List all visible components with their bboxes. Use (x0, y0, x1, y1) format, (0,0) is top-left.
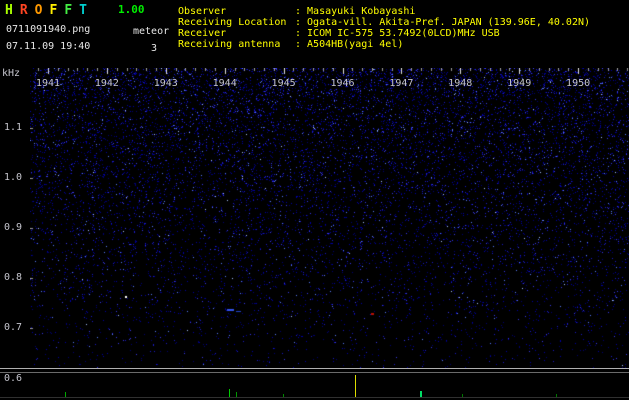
echo-count: 3 (151, 43, 158, 54)
info-label: Receiving antenna (178, 39, 281, 50)
info-label: Receiver (178, 28, 227, 39)
meter-tick (283, 394, 284, 397)
info-value: : ICOM IC-575 53.7492(0LCD)MHz USB (295, 28, 500, 39)
app-logo: HROFFT (5, 3, 87, 18)
logo-letter-t: T (79, 3, 87, 18)
freq-unit-label: kHz (2, 68, 21, 79)
info-value: : A504HB(yagi 4el) (295, 39, 404, 50)
meter-top-line (0, 368, 629, 369)
meter-tick (65, 392, 66, 397)
info-row: Receiving Location : Ogata-vill. Akita-Pr… (178, 17, 590, 28)
time-tick-label: 1950 (566, 78, 591, 89)
info-value: : Masayuki Kobayashi (295, 6, 416, 17)
time-tick-label: 1947 (389, 78, 414, 89)
time-tick-label: 1948 (448, 78, 473, 89)
freq-tick-label: 0.8 (4, 272, 23, 283)
info-label: Observer (178, 6, 227, 17)
freq-tick-label: 1.0 (4, 172, 23, 183)
info-row: Observer : Masayuki Kobayashi (178, 6, 590, 17)
meter-tick (556, 394, 557, 397)
file-name: 0711091940.png (6, 24, 91, 35)
time-tick-label: 1946 (330, 78, 355, 89)
freq-tick-label: 0.7 (4, 322, 23, 333)
info-value: : Ogata-vill. Akita-Pref. JAPAN (139.96E… (295, 17, 591, 28)
mode-label: meteor (133, 26, 170, 37)
meter-tick (420, 391, 422, 397)
meter-baseline (0, 397, 629, 398)
meter-tick (462, 394, 463, 397)
hrofft-screen: HROFFT 1.00 0711091940.png meteor 07.11.… (0, 0, 629, 400)
meter-second-line (0, 372, 629, 373)
datetime-label: 07.11.09 19:40 (6, 41, 91, 52)
app-version: 1.00 (118, 3, 145, 16)
freq-tick-label: 1.1 (4, 122, 23, 133)
time-tick-label: 1943 (153, 78, 178, 89)
time-tick-label: 1945 (271, 78, 296, 89)
meter-tick (355, 375, 356, 397)
info-label: Receiving Location (178, 17, 287, 28)
logo-letter-r: R (19, 3, 28, 18)
meter-tick (236, 392, 237, 397)
logo-letter-o: O (34, 3, 43, 18)
info-row: Receiver : ICOM IC-575 53.7492(0LCD)MHz U… (178, 28, 590, 39)
time-tick-label: 1944 (212, 78, 237, 89)
logo-letter-h: H (5, 3, 13, 18)
freq-tick-label: 0.9 (4, 222, 23, 233)
time-tick-label: 1941 (35, 78, 61, 89)
time-tick-label: 1949 (507, 78, 532, 89)
station-info: Observer: Masayuki Kobayashi Receiving Lo… (178, 6, 590, 50)
spectrogram-canvas (30, 68, 629, 368)
info-row: Receiving antenna : A504HB(yagi 4el) (178, 39, 590, 50)
logo-letter-f: F (49, 3, 58, 18)
freq-tick-label: 0.6 (4, 373, 23, 384)
logo-letter-f: F (64, 3, 73, 18)
meter-tick (229, 389, 230, 397)
time-tick-label: 1942 (94, 78, 119, 89)
